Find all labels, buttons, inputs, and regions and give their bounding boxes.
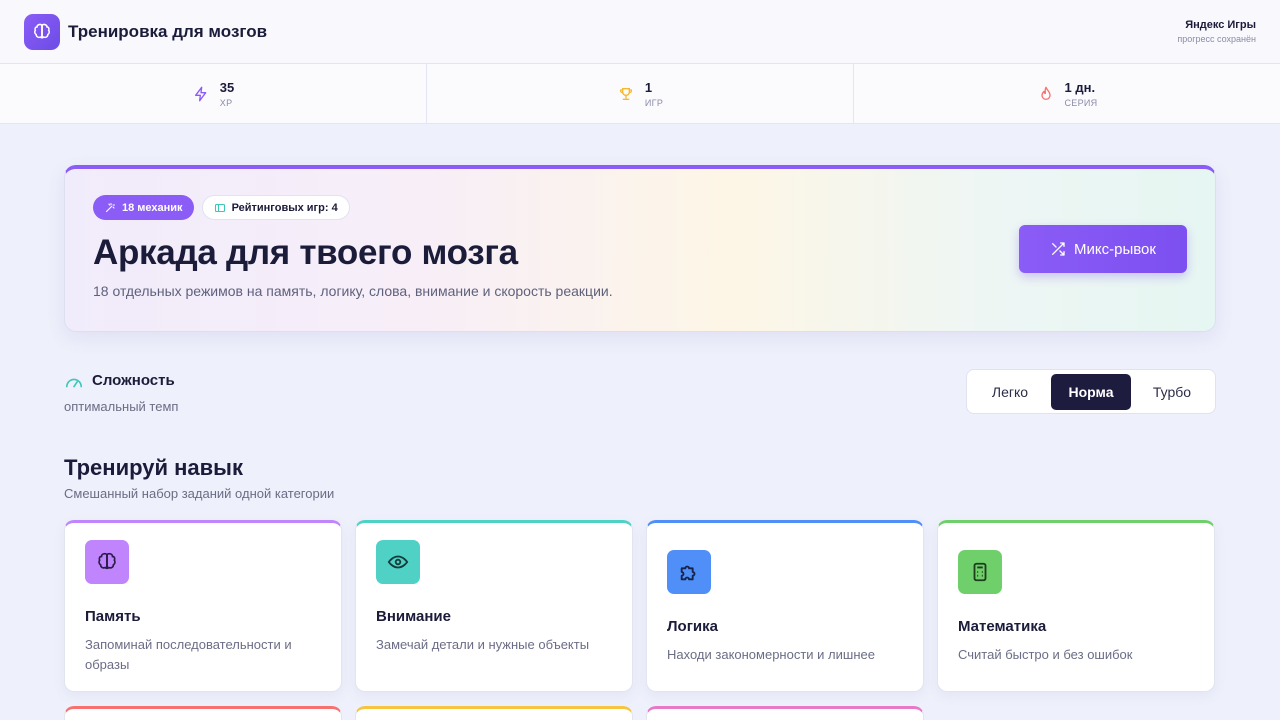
skill-card-description: Запоминай последовательности и образы <box>85 637 292 672</box>
trophy-icon <box>617 85 635 103</box>
platform-info: Яндекс Игры прогресс сохранён <box>1177 19 1256 44</box>
stat-value: 1 дн. <box>1064 79 1096 95</box>
stat-xp: 35 XP <box>0 64 427 123</box>
skill-card-memory[interactable]: Память Запоминай последовательности и об… <box>64 520 342 692</box>
skills-title: Тренируй навык <box>64 455 243 480</box>
puzzle-icon <box>667 550 711 594</box>
app-header: Тренировка для мозгов Яндекс Игры прогре… <box>0 0 1280 64</box>
difficulty-section: Сложность оптимальный темп <box>64 372 178 414</box>
difficulty-option-normal[interactable]: Норма <box>1051 373 1131 410</box>
difficulty-description: оптимальный темп <box>64 399 179 414</box>
calculator-icon <box>958 550 1002 594</box>
ranked-badge-label: Рейтинговых игр: 4 <box>231 201 338 214</box>
skill-card-title: Память <box>85 608 141 625</box>
app-logo <box>24 13 60 50</box>
eye-icon <box>376 540 420 584</box>
skill-card-description: Считай быстро и без ошибок <box>958 647 1133 662</box>
skill-card-partial[interactable] <box>355 706 633 720</box>
skill-card-logic[interactable]: Логика Находи закономерности и лишнее <box>646 520 924 692</box>
lightning-icon <box>192 85 210 103</box>
skill-card-description: Замечай детали и нужные объекты <box>376 637 590 652</box>
mechanics-badge-label: 18 механик <box>122 201 183 214</box>
brain-icon <box>85 540 129 584</box>
skill-card-description: Находи закономерности и лишнее <box>667 647 875 662</box>
difficulty-selector: Легко Норма Турбо <box>966 369 1216 414</box>
skill-card-partial[interactable] <box>64 706 342 720</box>
skill-card-partial[interactable] <box>646 706 924 720</box>
flame-icon <box>1037 85 1055 103</box>
sparkle-icon <box>105 202 116 212</box>
skill-card-title: Логика <box>667 618 719 635</box>
skill-card-math[interactable]: Математика Считай быстро и без ошибок <box>937 520 1215 692</box>
stat-value: 35 <box>219 79 235 95</box>
progress-note: прогресс сохранён <box>1177 34 1256 44</box>
skills-subtitle: Смешанный набор заданий одной категории <box>64 486 335 501</box>
ranking-icon <box>214 203 225 212</box>
skill-card-attention[interactable]: Внимание Замечай детали и нужные объекты <box>355 520 633 692</box>
skill-card-title: Математика <box>958 618 1047 635</box>
stat-label: ИГР <box>644 97 664 108</box>
difficulty-title: Сложность <box>92 372 175 389</box>
ranked-badge: Рейтинговых игр: 4 <box>201 195 350 220</box>
stats-bar: 35 XP 1 ИГР 1 дн. СЕРИЯ <box>0 64 1280 124</box>
skill-card-title: Внимание <box>376 608 451 625</box>
mix-rush-button[interactable]: Микс-рывок <box>1019 225 1187 273</box>
difficulty-option-easy[interactable]: Легко <box>971 374 1049 410</box>
gauge-icon <box>66 378 82 387</box>
stat-label: СЕРИЯ <box>1064 97 1098 108</box>
app-title: Тренировка для мозгов <box>68 21 268 41</box>
brain-icon <box>34 23 50 39</box>
mix-rush-label: Микс-рывок <box>1074 240 1156 258</box>
stat-value: 1 <box>644 79 653 95</box>
stat-label: XP <box>219 97 233 108</box>
mechanics-badge: 18 механик <box>93 195 194 220</box>
shuffle-icon <box>1052 242 1065 256</box>
hero-subtitle: 18 отдельных режимов на память, логику, … <box>93 283 613 299</box>
stat-games: 1 ИГР <box>427 64 854 123</box>
difficulty-option-turbo[interactable]: Турбо <box>1133 374 1211 410</box>
hero-banner: 18 механик Рейтинговых игр: 4 Аркада для… <box>64 165 1216 332</box>
stat-streak: 1 дн. СЕРИЯ <box>854 64 1280 123</box>
platform-name: Яндекс Игры <box>1185 19 1256 31</box>
